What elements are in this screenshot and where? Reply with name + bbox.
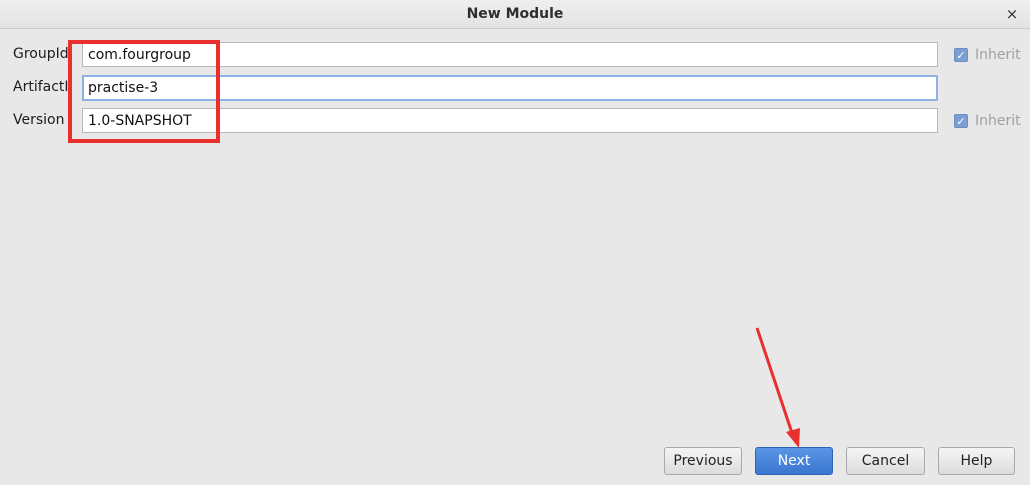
checkbox-checked-icon: ✓ (954, 114, 968, 128)
cancel-button[interactable]: Cancel (846, 447, 925, 475)
help-button[interactable]: Help (938, 447, 1015, 475)
next-button[interactable]: Next (755, 447, 833, 475)
checkbox-checked-icon: ✓ (954, 48, 968, 62)
title-bar: New Module × (0, 0, 1030, 29)
groupid-label: GroupId (13, 46, 69, 62)
artifactid-label: ArtifactId (13, 79, 69, 95)
dialog-title: New Module (466, 6, 564, 22)
close-icon[interactable]: × (1002, 3, 1022, 25)
version-label: Version (13, 112, 65, 128)
highlight-box-annotation (68, 40, 220, 143)
groupid-inherit-checkbox[interactable]: ✓ Inherit (954, 46, 1021, 64)
version-inherit-label: Inherit (975, 113, 1021, 129)
version-inherit-checkbox[interactable]: ✓ Inherit (954, 112, 1021, 130)
groupid-inherit-label: Inherit (975, 47, 1021, 63)
previous-button[interactable]: Previous (664, 447, 742, 475)
